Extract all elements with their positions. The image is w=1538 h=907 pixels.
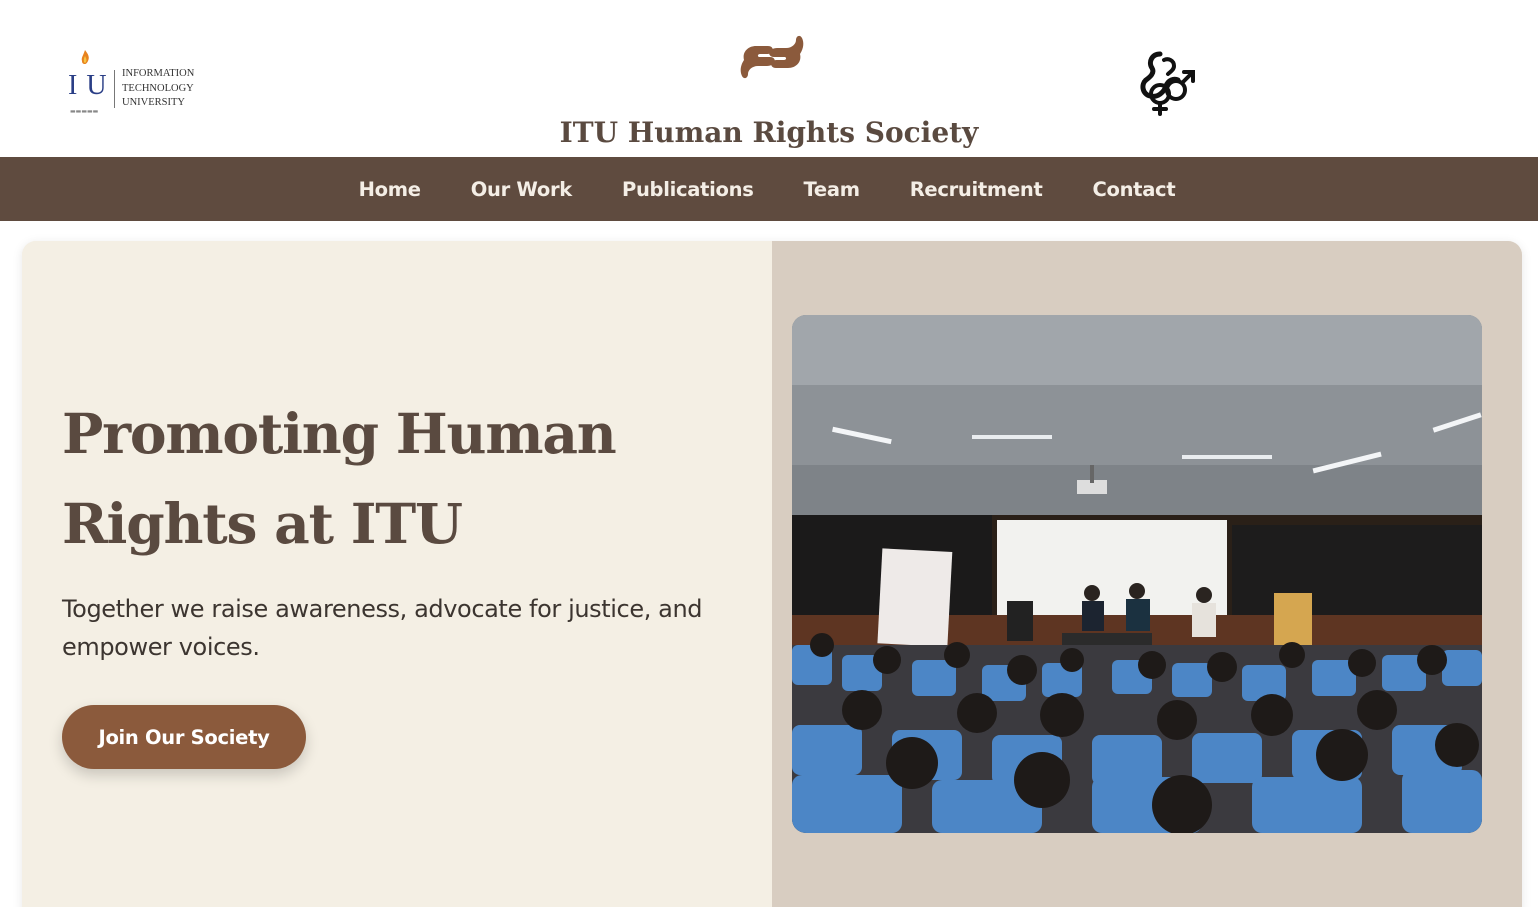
nav-recruitment[interactable]: Recruitment (910, 178, 1043, 201)
hero-text-panel: Promoting Human Rights at ITU Together w… (22, 241, 772, 907)
hero-section: Promoting Human Rights at ITU Together w… (22, 241, 1522, 907)
gender-symbols-icon (1140, 51, 1195, 116)
site-header: I U ▬▬▬▬▬ INFORMATION TECHNOLOGY UNIVERS… (0, 0, 1538, 157)
nav-contact[interactable]: Contact (1092, 178, 1175, 201)
nav-team[interactable]: Team (804, 178, 861, 201)
itu-letters: I U (68, 70, 108, 101)
hands-icon (740, 35, 804, 79)
hero-subtitle: Together we raise awareness, advocate fo… (62, 595, 703, 661)
nav-publications[interactable]: Publications (622, 178, 754, 201)
hero-image-panel (772, 241, 1522, 907)
nav-home[interactable]: Home (359, 178, 421, 201)
event-photo (792, 315, 1482, 833)
torch-icon (81, 50, 89, 64)
itu-name: INFORMATION TECHNOLOGY UNIVERSITY (122, 67, 194, 111)
itu-line-1: INFORMATION (122, 68, 195, 79)
logo-divider (114, 70, 115, 108)
itu-torch-mark: I U ▬▬▬▬▬ (68, 50, 108, 120)
itu-line-2: TECHNOLOGY (122, 82, 194, 94)
join-society-button[interactable]: Join Our Society (62, 705, 306, 769)
itu-logo[interactable]: I U ▬▬▬▬▬ INFORMATION TECHNOLOGY UNIVERS… (68, 50, 208, 120)
site-title[interactable]: ITU Human Rights Society (0, 113, 1538, 153)
nav-our-work[interactable]: Our Work (471, 178, 573, 201)
hero-title: Promoting Human Rights at ITU (62, 401, 617, 556)
itu-line-3: UNIVERSITY (122, 97, 185, 108)
main-nav: Home Our Work Publications Team Recruitm… (0, 157, 1538, 221)
